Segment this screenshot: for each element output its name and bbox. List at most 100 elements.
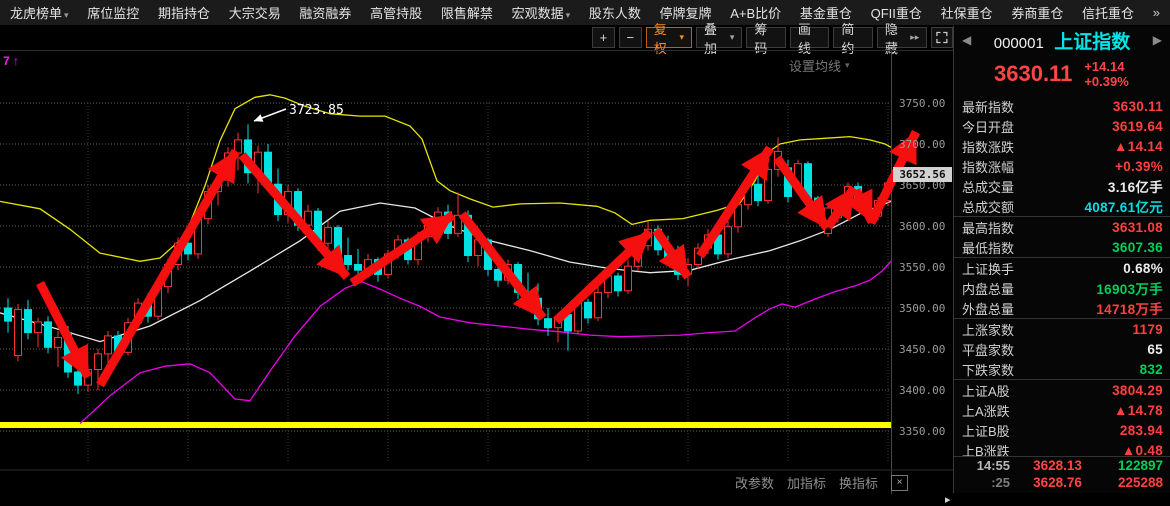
stat-label: 下跌家数 <box>962 360 1014 379</box>
close-icon[interactable]: × <box>891 475 908 491</box>
chevron-down-icon: ▾ <box>680 32 685 43</box>
next-stock-icon[interactable]: ▶ <box>1153 33 1162 47</box>
stock-code: 000001 <box>994 35 1044 52</box>
y-axis-label: 3450.00 <box>899 343 951 356</box>
candle <box>15 304 22 361</box>
stat-label: 上证换手 <box>962 259 1014 278</box>
double-arrow-icon: ▸▸ <box>910 32 919 43</box>
candle <box>615 273 622 297</box>
stat-row: 外盘总量 14718万手 <box>954 298 1170 318</box>
change-percent: +0.39% <box>1084 74 1128 89</box>
menu-item-5[interactable]: 高管持股 <box>370 3 422 22</box>
y-axis-label: 3600.00 <box>899 220 951 233</box>
trend-arrow <box>100 151 236 385</box>
last-price: 3630.11 <box>994 61 1072 87</box>
stat-label: 最新指数 <box>962 97 1014 116</box>
overlay-button[interactable]: 叠加▾ <box>696 27 742 48</box>
add-indicator-button[interactable]: 加指标 <box>787 473 826 492</box>
simple-mode-button[interactable]: 简约 <box>833 27 873 48</box>
menu-item-8[interactable]: 股东人数 <box>589 3 641 22</box>
stat-value: 1179 <box>1133 322 1164 337</box>
indicator-controls: 改参数 加指标 换指标 × <box>735 473 908 492</box>
ticker-price: 3628.76 <box>1010 475 1105 490</box>
indicator-label: 7 ↑ <box>3 54 19 68</box>
stat-value: +0.39% <box>1115 159 1163 174</box>
stat-label: 总成交量 <box>962 177 1014 196</box>
chevron-down-icon: ▾ <box>845 60 850 71</box>
chip-distribution-button[interactable]: 筹码 <box>746 27 786 48</box>
menu-more-icon[interactable]: » <box>1153 5 1160 20</box>
menu-item-4[interactable]: 融资融券 <box>299 3 351 22</box>
trend-arrow <box>700 148 770 256</box>
ma-settings-button[interactable]: 设置均线 ▾ <box>789 56 850 75</box>
stat-label: 最低指数 <box>962 238 1014 257</box>
draw-line-button[interactable]: 画线 <box>790 27 830 48</box>
fullscreen-icon[interactable] <box>931 27 953 48</box>
stat-value: 14718万手 <box>1096 298 1163 318</box>
menu-item-1[interactable]: 席位监控 <box>87 3 139 22</box>
stat-label: 总成交额 <box>962 197 1014 216</box>
menu-item-6[interactable]: 限售解禁 <box>441 3 493 22</box>
menu-item-2[interactable]: 期指持仓 <box>158 3 210 22</box>
chart-pane: +−复权▾叠加▾筹码画线简约隐藏▸▸ 3723.85 7 ↑ 设置均线 ▾ 37… <box>0 26 953 493</box>
quote-header: ◀ 000001 上证指数 ▶ <box>954 26 1170 54</box>
candle <box>625 260 632 295</box>
stat-row: 上证A股3804.29 <box>954 380 1170 400</box>
ma-settings-label: 设置均线 <box>789 56 841 75</box>
stat-row: 上涨家数1179 <box>954 319 1170 339</box>
stats-list: 最新指数3630.11今日开盘3619.64指数涨跌▲14.14指数涨幅+0.3… <box>954 96 1170 460</box>
hide-button[interactable]: 隐藏▸▸ <box>877 27 927 48</box>
chevron-down-icon: ▾ <box>566 10 571 20</box>
candle <box>335 225 342 262</box>
ticker-price: 3628.13 <box>1010 458 1105 473</box>
candle <box>725 221 732 258</box>
menu-item-13[interactable]: 社保重仓 <box>941 3 993 22</box>
stat-row: 下跌家数 832 <box>954 359 1170 379</box>
stat-row: 最新指数3630.11 <box>954 96 1170 116</box>
stat-label: 内盘总量 <box>962 279 1014 298</box>
stat-group-4: 上证A股3804.29上A涨跌▲14.78上证B股283.94上B涨跌▲0.48 <box>954 379 1170 460</box>
candle <box>765 164 772 204</box>
candle <box>345 238 352 271</box>
stat-value: 3.16亿手 <box>1108 176 1163 196</box>
ticker-row: :253628.76225288 <box>954 474 1170 491</box>
candlestick-chart[interactable]: 3723.85 <box>0 51 953 494</box>
stat-value: 283.94 <box>1120 423 1163 438</box>
zoom-in-button-label: + <box>600 30 608 45</box>
menu-item-14[interactable]: 券商重仓 <box>1011 3 1063 22</box>
chevron-down-icon: ▾ <box>64 10 69 20</box>
switch-indicator-button[interactable]: 换指标 <box>839 473 878 492</box>
change-param-button[interactable]: 改参数 <box>735 473 774 492</box>
ticker-time: :25 <box>962 475 1010 490</box>
zoom-in-button[interactable]: + <box>592 27 615 48</box>
last-price-badge: 3652.56 <box>893 167 952 182</box>
stock-title: 000001 上证指数 <box>994 27 1131 54</box>
stat-label: 最高指数 <box>962 218 1014 237</box>
kline-chart-area[interactable]: 3723.85 7 ↑ 设置均线 ▾ 3750.003700.003650.00… <box>0 50 953 494</box>
stat-value: 3631.08 <box>1112 220 1163 235</box>
adjust-price-button[interactable]: 复权▾ <box>646 27 692 48</box>
menu-item-0[interactable]: 龙虎榜单▾ <box>10 3 69 22</box>
stat-value: 832 <box>1140 362 1163 377</box>
stat-row: 最低指数3607.36 <box>954 237 1170 257</box>
stat-row: 最高指数 3631.08 <box>954 217 1170 237</box>
candle <box>45 316 52 353</box>
menu-item-7[interactable]: 宏观数据▾ <box>512 3 571 22</box>
stat-label: 指数涨幅 <box>962 157 1014 176</box>
stat-label: 外盘总量 <box>962 299 1014 318</box>
stat-value: 3619.64 <box>1112 119 1163 134</box>
stat-label: 平盘家数 <box>962 340 1014 359</box>
prev-stock-icon[interactable]: ◀ <box>962 33 971 47</box>
upper-band-line <box>0 95 891 261</box>
panel-collapse-handle[interactable]: ▸ <box>945 493 951 506</box>
candle <box>5 298 12 332</box>
menu-item-15[interactable]: 信托重仓 <box>1082 3 1134 22</box>
stat-label: 上A涨跌 <box>962 401 1010 420</box>
chevron-down-icon: ▾ <box>730 32 735 43</box>
y-axis-label: 3700.00 <box>899 138 951 151</box>
candle <box>25 300 32 339</box>
menu-item-3[interactable]: 大宗交易 <box>229 3 281 22</box>
stat-row: 内盘总量16903万手 <box>954 278 1170 298</box>
zoom-out-button[interactable]: − <box>619 27 642 48</box>
stat-label: 指数涨跌 <box>962 137 1014 156</box>
